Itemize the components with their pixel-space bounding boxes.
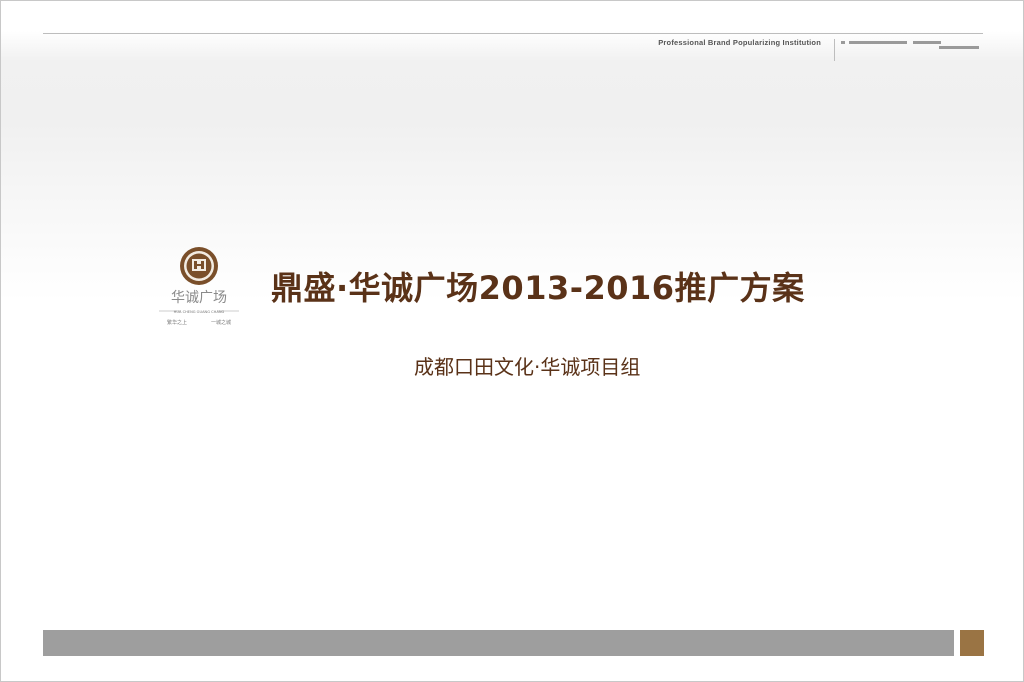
company-info-block [841,39,983,51]
logo-name-cn: 华诚广场 [171,290,227,306]
footer-accent-square [960,630,984,656]
footer-bar [43,630,954,656]
logo-name-pinyin: HUA CHENG GUANG CHANG [174,310,225,314]
logo-motto-left: 繁华之上 [167,319,187,326]
header-divider [834,39,835,61]
header-tagline: Professional Brand Popularizing Institut… [658,38,821,47]
slide-title: 鼎盛·华诚广场2013-2016推广方案 [271,269,805,307]
huacheng-plaza-logo: 华诚广场 HUA CHENG GUANG CHANG 繁华之上 一城之城 [159,247,239,326]
header-rule [43,33,983,34]
slide-subtitle: 成都口田文化·华诚项目组 [414,355,641,379]
slide-frame: Professional Brand Popularizing Institut… [0,0,1024,682]
logo-motto-right: 一城之城 [211,319,231,326]
